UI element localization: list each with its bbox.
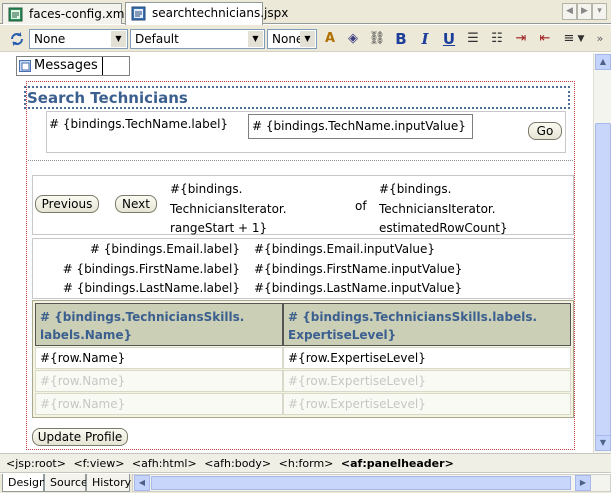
email-label: # {bindings.Email.label} [89, 242, 240, 256]
separator [28, 160, 573, 161]
xml-file-icon [8, 7, 23, 22]
numbered-list-icon[interactable]: ☰ [464, 30, 482, 48]
table-cell: #{row.Name} [35, 370, 283, 392]
chevron-down-icon: ▼ [300, 31, 315, 47]
size-select-value: None [272, 32, 304, 46]
table-cell: #{row.ExpertiseLevel} [283, 370, 571, 392]
italic-icon[interactable]: I [416, 30, 434, 48]
first-name-label: # {bindings.FirstName.label} [62, 262, 240, 276]
tab-scroll-left-icon[interactable]: ◀ [562, 3, 577, 20]
text-color-icon[interactable]: A [321, 30, 339, 48]
tab-history[interactable]: History [86, 474, 131, 492]
first-name-field[interactable]: #{bindings.FirstName.inputValue} [254, 262, 462, 276]
breadcrumb-item[interactable]: <jsp:root> [6, 457, 66, 470]
table-cell: #{row.Name} [35, 393, 283, 415]
table-cell: #{row.ExpertiseLevel} [283, 393, 571, 415]
range-start-line: #{bindings. [170, 182, 243, 196]
bold-icon[interactable]: B [392, 30, 410, 48]
size-select[interactable]: None ▼ [267, 29, 317, 49]
scroll-left-icon[interactable]: ◀ [134, 475, 150, 491]
column-header-name[interactable]: # {bindings.TechniciansSkills. labels.Na… [35, 303, 283, 346]
header-line: # {bindings.TechniciansSkills.labels. [288, 310, 538, 324]
fill-color-icon[interactable]: ◈ [344, 30, 362, 48]
chevron-down-icon: ▼ [111, 31, 126, 47]
tab-source[interactable]: Source [44, 474, 88, 492]
header-line: ExpertiseLevel} [288, 328, 397, 342]
of-text: of [355, 199, 367, 213]
previous-button[interactable]: Previous [35, 195, 99, 213]
breadcrumb-item[interactable]: <afh:body> [204, 457, 271, 470]
scroll-up-icon[interactable]: ▲ [595, 54, 611, 70]
refresh-icon[interactable] [8, 30, 26, 48]
row-count-line: TechniciansIterator. [379, 201, 496, 216]
overflow-icon[interactable]: » [592, 30, 608, 48]
email-field[interactable]: #{bindings.Email.inputValue} [254, 242, 435, 256]
row-count-line: estimatedRowCount} [379, 221, 508, 235]
go-button[interactable]: Go [528, 122, 562, 140]
table-cell[interactable]: #{row.Name} [35, 347, 283, 369]
panel-header-text: Search Technicians [27, 89, 188, 107]
row-count-line: #{bindings. [379, 182, 452, 196]
indent-icon[interactable]: ⇥ [512, 30, 530, 48]
editor-tab-bar: faces-config.xml searchtechnicians.jspx … [0, 0, 611, 25]
vertical-scrollbar[interactable]: ▲ ▼ [593, 53, 611, 453]
header-line: # {bindings.TechniciansSkills. [40, 310, 245, 324]
tab-searchtechnicians[interactable]: searchtechnicians.jspx [125, 2, 288, 25]
header-line: labels.Name} [40, 328, 133, 342]
last-name-label: # {bindings.LastName.label} [62, 281, 240, 295]
tech-name-input[interactable]: # {bindings.TechName.inputValue} [248, 114, 473, 139]
style-select-value: None [34, 32, 66, 46]
tab-scroll-right-icon[interactable]: ▶ [577, 3, 592, 20]
horizontal-scrollbar[interactable]: ◀ ▶ [132, 474, 611, 492]
breadcrumb-current[interactable]: <af:panelheader> [341, 457, 454, 470]
tag-breadcrumb: <jsp:root> <f:view> <afh:html> <afh:body… [0, 453, 611, 473]
breadcrumb-item[interactable]: <h:form> [279, 457, 334, 470]
underline-icon[interactable]: U [440, 30, 458, 48]
tech-name-label: # {bindings.TechName.label} [49, 117, 229, 131]
tab-label: faces-config.xml [29, 7, 128, 21]
column-header-expertise[interactable]: # {bindings.TechniciansSkills.labels. Ex… [283, 303, 571, 346]
chevron-down-icon: ▼ [248, 31, 263, 47]
breadcrumb-item[interactable]: <f:view> [73, 457, 124, 470]
vertical-scroll-thumb[interactable] [595, 123, 611, 443]
range-start-text: #{bindings. TechniciansIterator. rangeSt… [170, 180, 287, 239]
breadcrumb-item[interactable]: <afh:html> [132, 457, 197, 470]
next-button[interactable]: Next [115, 195, 157, 213]
chevron-down-icon[interactable]: ▼ [576, 30, 586, 48]
style-select[interactable]: None ▼ [29, 29, 128, 49]
jspx-file-icon [131, 6, 146, 21]
row-count-text: #{bindings. TechniciansIterator. estimat… [379, 180, 508, 239]
panel-header-title[interactable]: Search Technicians [24, 86, 570, 109]
bulleted-list-icon[interactable]: ☷ [488, 30, 506, 48]
formatting-toolbar: None ▼ Default ▼ None ▼ A ◈ ⛓ B I U ☰ ☷ … [0, 25, 611, 52]
messages-component[interactable]: Messages [16, 56, 130, 76]
tab-label: searchtechnicians.jspx [152, 6, 289, 20]
link-icon[interactable]: ⛓ [368, 30, 386, 48]
skills-table: # {bindings.TechniciansSkills. labels.Na… [32, 300, 574, 418]
messages-text: Messages [34, 58, 98, 73]
scroll-down-icon[interactable]: ▼ [595, 435, 611, 451]
range-start-line: rangeStart + 1} [170, 221, 268, 235]
messages-icon [19, 60, 31, 72]
scroll-right-icon[interactable]: ▶ [575, 475, 591, 491]
font-select-value: Default [135, 32, 179, 46]
range-start-line: TechniciansIterator. [170, 201, 287, 216]
font-select[interactable]: Default ▼ [130, 29, 265, 49]
horizontal-scroll-thumb[interactable] [151, 476, 571, 490]
tab-list-icon[interactable]: ▾ [592, 3, 607, 20]
last-name-field[interactable]: #{bindings.LastName.inputValue} [254, 281, 462, 295]
tab-faces-config[interactable]: faces-config.xml [2, 3, 128, 24]
table-cell[interactable]: #{row.ExpertiseLevel} [283, 347, 571, 369]
outdent-icon[interactable]: ⇤ [536, 30, 554, 48]
update-profile-button[interactable]: Update Profile [32, 428, 128, 446]
messages-label: Messages [17, 57, 103, 75]
tab-design[interactable]: Design [2, 474, 46, 492]
